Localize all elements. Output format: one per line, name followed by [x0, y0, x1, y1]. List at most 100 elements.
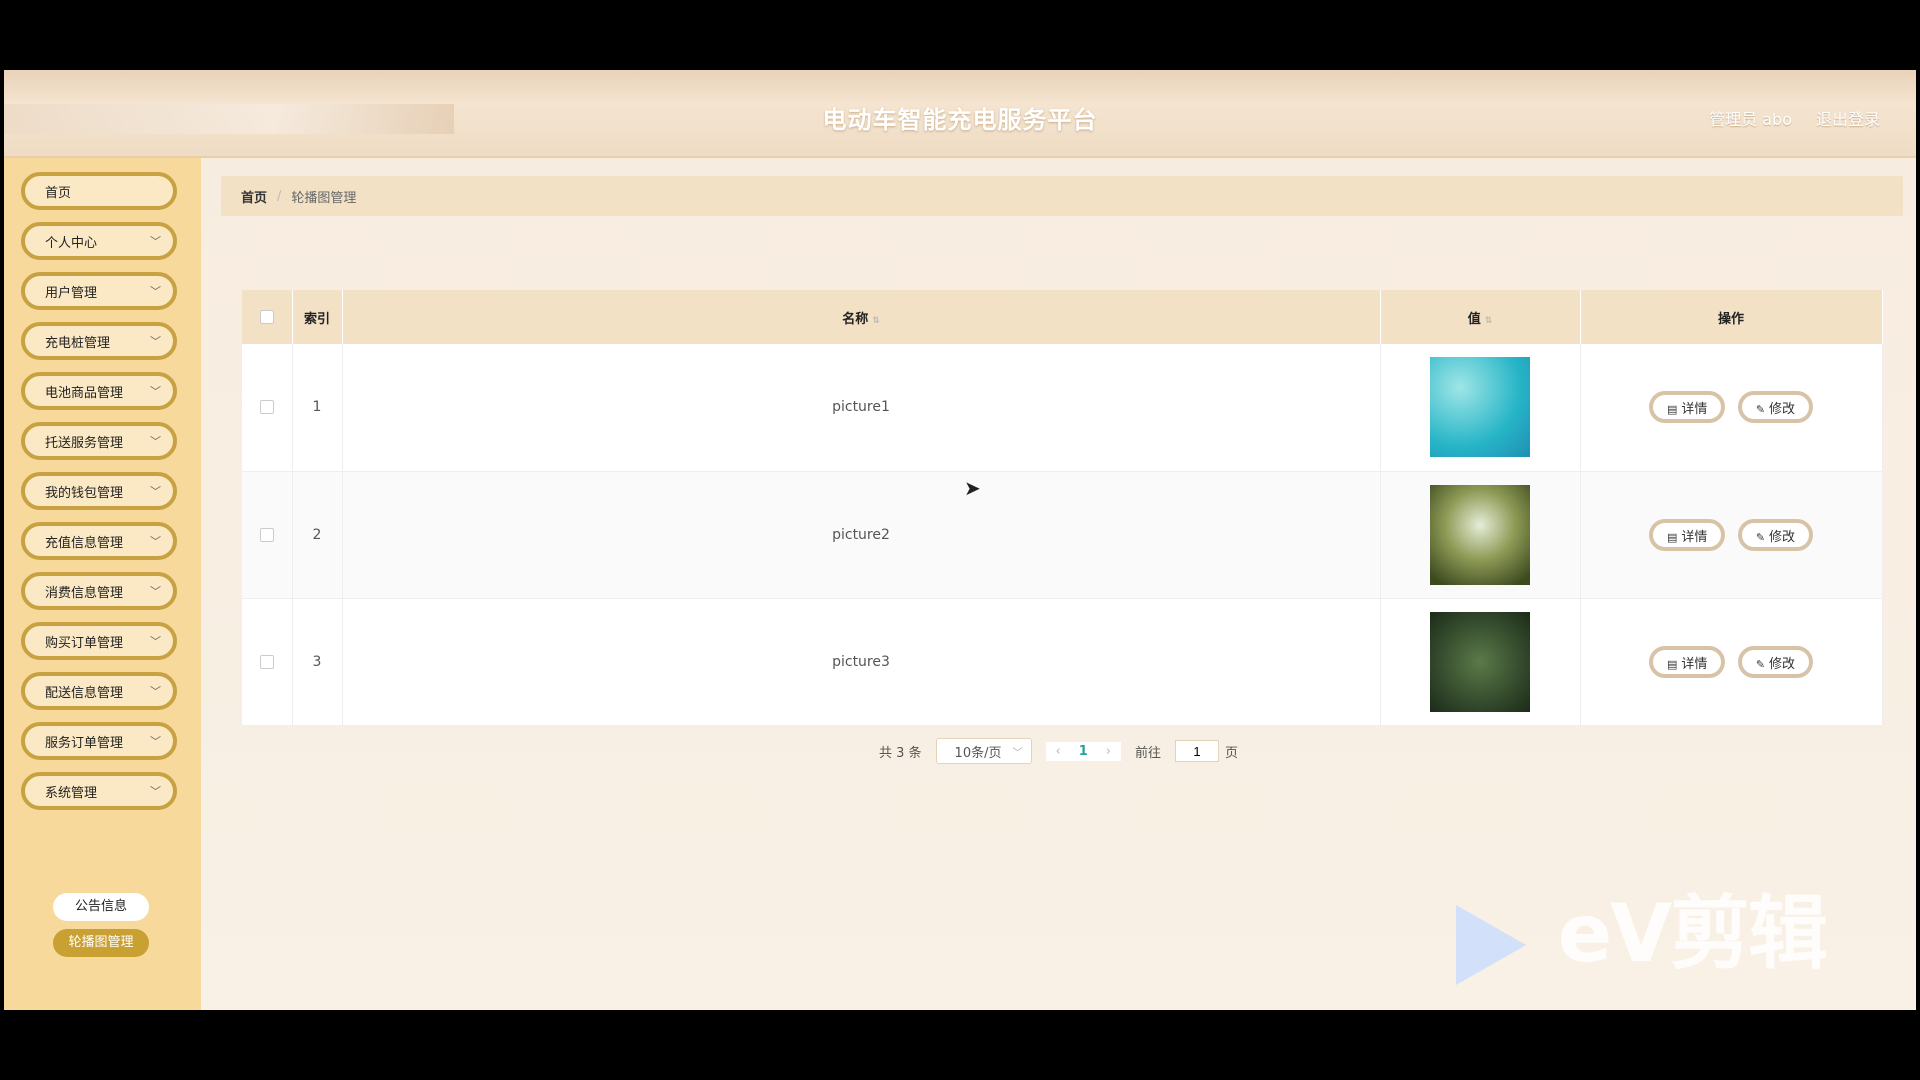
row-name: picture1 — [342, 344, 1381, 472]
chevron-down-icon: ﹀ — [150, 385, 161, 398]
row-index: 1 — [292, 344, 343, 472]
header-user-area: 管理员 abo 退出登录 — [1709, 106, 1880, 130]
chevron-down-icon: ﹀ — [1012, 747, 1023, 759]
submenu-item-carousel[interactable]: 轮播图管理 — [53, 929, 149, 957]
select-all-checkbox[interactable] — [259, 310, 274, 324]
sidebar-item-charging-pile[interactable]: 充电桩管理 ﹀ — [21, 322, 177, 360]
sidebar-item-label: 充电桩管理 — [45, 335, 111, 351]
carousel-table: 索引 名称 ⇅ 值 ⇅ 操作 1 picture1 ▤ 详情 ✎ 修改 2 pi… — [242, 290, 1883, 726]
sidebar: 首页 个人中心 ﹀ 用户管理 ﹀ 充电桩管理 ﹀ 电池商品管理 ﹀ 托送服务管理 ﹀ 我的… — [4, 158, 201, 1010]
sidebar-item-service-orders[interactable]: 服务订单管理 ﹀ — [21, 722, 177, 760]
row-select-cell — [242, 471, 293, 599]
detail-button[interactable]: ▤ 详情 — [1648, 645, 1726, 678]
document-icon: ▤ — [1666, 403, 1678, 417]
page-size-select[interactable]: 10条/页 ﹀ — [935, 738, 1032, 764]
page-number-current[interactable]: 1 — [1079, 744, 1088, 759]
row-checkbox[interactable] — [259, 400, 274, 415]
select-all-cell — [242, 290, 293, 344]
admin-user-label: 管理员 abo — [1709, 110, 1792, 129]
sidebar-item-wallet[interactable]: 我的钱包管理 ﹀ — [21, 472, 177, 510]
sidebar-item-home[interactable]: 首页 — [21, 172, 177, 210]
sidebar-item-recharge[interactable]: 充值信息管理 ﹀ — [21, 522, 177, 560]
column-header-label: 名称 — [842, 311, 869, 327]
sidebar-item-personal-center[interactable]: 个人中心 ﹀ — [21, 222, 177, 260]
edit-button[interactable]: ✎ 修改 — [1737, 518, 1814, 551]
sort-icon[interactable]: ⇅ — [872, 316, 880, 326]
column-header-label: 值 — [1467, 311, 1481, 327]
next-page-icon[interactable]: › — [1106, 744, 1111, 759]
sidebar-item-delivery-service[interactable]: 托送服务管理 ﹀ — [21, 422, 177, 460]
table-header-row: 索引 名称 ⇅ 值 ⇅ 操作 — [242, 290, 1883, 344]
sidebar-item-system[interactable]: 系统管理 ﹀ — [21, 772, 177, 810]
row-value — [1380, 598, 1581, 726]
document-icon: ▤ — [1666, 657, 1678, 671]
edit-button[interactable]: ✎ 修改 — [1737, 391, 1814, 424]
sidebar-item-label: 首页 — [45, 185, 72, 201]
edit-button-label: 修改 — [1769, 656, 1796, 672]
row-index: 3 — [292, 598, 343, 726]
column-header-value[interactable]: 值 ⇅ — [1380, 290, 1581, 344]
carousel-image-thumbnail[interactable] — [1430, 357, 1530, 458]
row-select-cell — [242, 598, 293, 726]
chevron-down-icon: ﹀ — [150, 635, 161, 648]
pagination: 共 3 条 10条/页 ﹀ ‹ 1 › 前往 页 — [879, 738, 1238, 764]
prev-page-icon[interactable]: ‹ — [1056, 744, 1061, 759]
watermark-play-icon — [1456, 905, 1526, 985]
app-window: 电动车智能充电服务平台 管理员 abo 退出登录 首页 个人中心 ﹀ 用户管理 ﹀ … — [4, 70, 1916, 1010]
edit-button-label: 修改 — [1769, 402, 1796, 418]
pagination-total: 共 3 条 — [879, 745, 922, 761]
carousel-image-thumbnail[interactable] — [1430, 484, 1530, 585]
edit-icon: ✎ — [1755, 530, 1766, 544]
sidebar-item-battery-goods[interactable]: 电池商品管理 ﹀ — [21, 372, 177, 410]
sidebar-item-label: 系统管理 — [45, 785, 98, 801]
top-header: 电动车智能充电服务平台 管理员 abo 退出登录 — [4, 70, 1916, 158]
system-submenu: 公告信息 轮播图管理 — [53, 893, 149, 965]
sidebar-item-label: 购买订单管理 — [45, 635, 124, 651]
edit-button-label: 修改 — [1769, 529, 1796, 545]
detail-button[interactable]: ▤ 详情 — [1648, 391, 1726, 424]
breadcrumb: 首页 / 轮播图管理 — [221, 176, 1903, 216]
breadcrumb-home[interactable]: 首页 — [241, 187, 267, 206]
carousel-image-thumbnail[interactable] — [1430, 611, 1530, 712]
detail-button[interactable]: ▤ 详情 — [1648, 518, 1726, 551]
detail-button-label: 详情 — [1681, 656, 1708, 672]
row-actions: ▤ 详情 ✎ 修改 — [1580, 344, 1883, 472]
breadcrumb-current: 轮播图管理 — [291, 190, 357, 206]
sidebar-item-consumption[interactable]: 消费信息管理 ﹀ — [21, 572, 177, 610]
breadcrumb-separator: / — [277, 188, 282, 204]
row-index: 2 — [292, 471, 343, 599]
row-select-cell — [242, 344, 293, 472]
edit-button[interactable]: ✎ 修改 — [1737, 645, 1814, 678]
app-title: 电动车智能充电服务平台 — [822, 106, 1098, 134]
chevron-down-icon: ﹀ — [150, 585, 161, 598]
row-value — [1380, 471, 1581, 599]
row-checkbox[interactable] — [259, 654, 274, 669]
page-size-value: 10条/页 — [954, 745, 1002, 761]
edit-icon: ✎ — [1755, 657, 1766, 671]
submenu-item-announcements[interactable]: 公告信息 — [53, 893, 149, 921]
chevron-down-icon: ﹀ — [150, 785, 161, 798]
sidebar-item-label: 消费信息管理 — [45, 585, 124, 601]
mouse-cursor-icon: ➤ — [964, 476, 981, 500]
row-actions: ▤ 详情 ✎ 修改 — [1580, 598, 1883, 726]
sidebar-item-shipping-info[interactable]: 配送信息管理 ﹀ — [21, 672, 177, 710]
goto-page-input[interactable] — [1175, 740, 1220, 762]
sidebar-item-label: 托送服务管理 — [45, 435, 124, 451]
sidebar-item-user-management[interactable]: 用户管理 ﹀ — [21, 272, 177, 310]
table-row: 1 picture1 ▤ 详情 ✎ 修改 — [242, 344, 1883, 472]
table-row: 2 picture2 ▤ 详情 ✎ 修改 — [242, 471, 1883, 599]
chevron-down-icon: ﹀ — [150, 235, 161, 248]
sidebar-item-label: 配送信息管理 — [45, 685, 124, 701]
logout-link[interactable]: 退出登录 — [1816, 106, 1880, 130]
row-checkbox[interactable] — [259, 527, 274, 542]
sidebar-item-label: 用户管理 — [45, 285, 98, 301]
goto-prefix: 前往 — [1135, 745, 1162, 761]
sidebar-item-purchase-orders[interactable]: 购买订单管理 ﹀ — [21, 622, 177, 660]
document-icon: ▤ — [1666, 530, 1678, 544]
sidebar-item-label: 充值信息管理 — [45, 535, 124, 551]
column-header-name[interactable]: 名称 ⇅ — [342, 290, 1381, 344]
sidebar-item-label: 电池商品管理 — [45, 385, 124, 401]
chevron-down-icon: ﹀ — [150, 435, 161, 448]
column-header-index: 索引 — [292, 290, 343, 344]
sort-icon[interactable]: ⇅ — [1485, 316, 1493, 326]
